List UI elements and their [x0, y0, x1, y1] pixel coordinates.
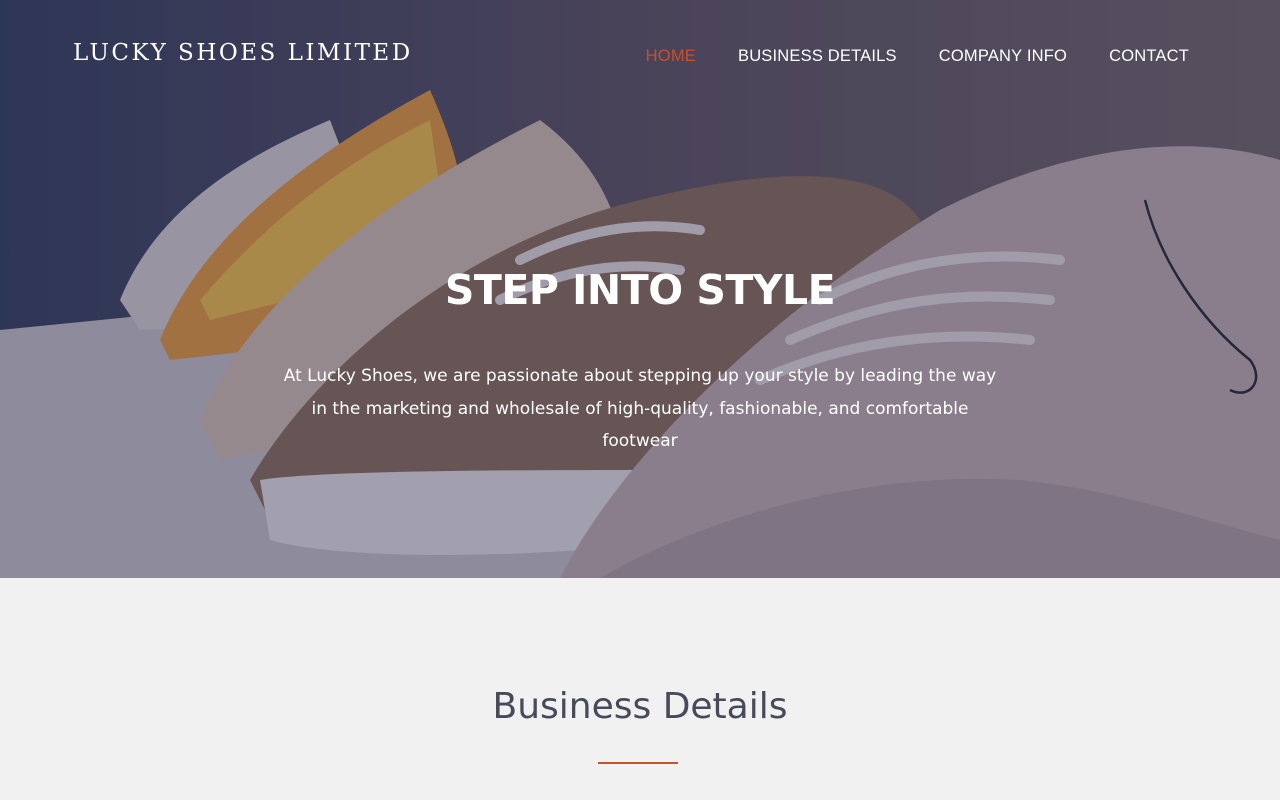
nav-link-contact[interactable]: CONTACT	[1109, 47, 1189, 66]
hero-title: STEP INTO STYLE	[444, 266, 836, 314]
hero-description: At Lucky Shoes, we are passionate about …	[283, 366, 997, 451]
nav-link-business-details[interactable]: BUSINESS DETAILS	[738, 47, 897, 66]
brand-logo-text[interactable]: LUCKY SHOES LIMITED	[73, 40, 413, 66]
site-header: LUCKY SHOES LIMITED HOME BUSINESS DETAIL…	[0, 0, 1280, 110]
nav-link-company-info[interactable]: COMPANY INFO	[939, 47, 1067, 66]
section-title: Business Details	[492, 686, 788, 727]
nav-link-home[interactable]: HOME	[646, 47, 696, 66]
section-title-underline	[598, 762, 678, 764]
main-nav: HOME BUSINESS DETAILS COMPANY INFO CONTA…	[646, 47, 1189, 66]
hero-section: LUCKY SHOES LIMITED HOME BUSINESS DETAIL…	[0, 0, 1280, 578]
